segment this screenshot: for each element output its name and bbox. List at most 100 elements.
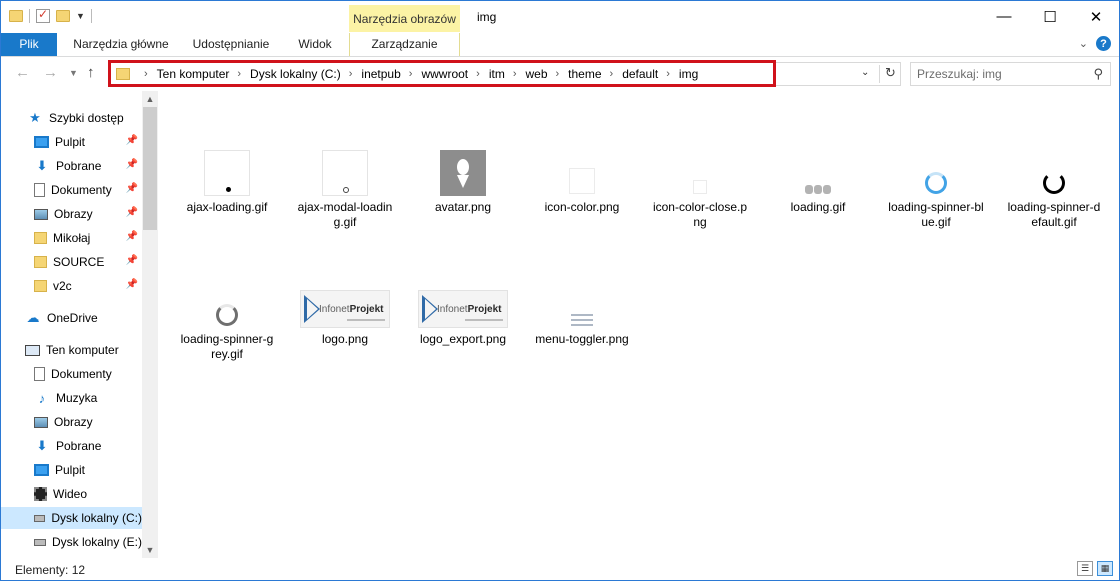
tab-home[interactable]: Narzędzia główne — [61, 33, 181, 56]
sidebar-item-label: Ten komputer — [46, 343, 119, 357]
window-title: img — [477, 10, 497, 24]
divider — [29, 9, 30, 23]
sidebar-item-pc-desktop[interactable]: Pulpit — [1, 459, 142, 481]
sidebar-item-label: SOURCE — [53, 255, 105, 269]
back-arrow-icon[interactable]: ← — [15, 64, 30, 81]
sidebar-item-label: Pulpit — [55, 463, 86, 477]
navigation-bar: ← → ▼ ↑ › Ten komputer › Dysk lokalny (C… — [1, 57, 1119, 91]
sidebar-item-documents[interactable]: Dokumenty 📌 — [1, 179, 142, 201]
scroll-down-icon[interactable]: ▼ — [142, 542, 158, 558]
sidebar-item-source[interactable]: SOURCE 📌 — [1, 251, 142, 273]
refresh-icon[interactable]: ↻ — [879, 65, 901, 83]
tab-manage[interactable]: Zarządzanie — [349, 33, 460, 56]
file-item[interactable]: loading-spinner-grey.gif — [177, 278, 277, 362]
search-input[interactable] — [917, 64, 1087, 84]
pin-icon[interactable]: 📌 — [126, 279, 138, 290]
image-icon — [569, 168, 595, 194]
file-name: ajax-modal-loading.gif — [297, 200, 393, 229]
folder-icon — [34, 256, 47, 268]
tab-share[interactable]: Udostępnianie — [181, 33, 281, 56]
search-icon[interactable]: ⚲ — [1093, 66, 1103, 82]
logo-text-light: Infonet — [437, 304, 468, 315]
file-item[interactable]: InfonetProjekt logo_export.png — [413, 278, 513, 347]
cloud-icon: ☁ — [26, 310, 40, 325]
pin-icon[interactable]: 📌 — [126, 207, 138, 218]
file-item[interactable]: InfonetProjekt logo.png — [295, 278, 395, 347]
sidebar-item-mikolaj[interactable]: Mikołaj 📌 — [1, 227, 142, 249]
status-bar: Elementy: 12 ☰ ▦ — [1, 558, 1119, 580]
close-button[interactable]: ✕ — [1073, 1, 1119, 32]
sidebar-item-pc-pictures[interactable]: Obrazy — [1, 411, 142, 433]
sidebar-item-label: v2c — [53, 279, 72, 293]
pin-icon[interactable]: 📌 — [126, 159, 138, 170]
tab-file[interactable]: Plik — [1, 33, 57, 56]
forward-arrow-icon[interactable]: → — [43, 64, 58, 81]
scrollbar-thumb[interactable] — [143, 107, 157, 230]
sidebar-item-label: OneDrive — [47, 311, 98, 325]
file-item[interactable]: ajax-loading.gif — [177, 146, 277, 215]
pin-icon[interactable]: 📌 — [126, 183, 138, 194]
up-arrow-icon[interactable]: ↑ — [87, 64, 95, 81]
file-name: ajax-loading.gif — [186, 200, 268, 214]
file-name: icon-color-close.png — [652, 200, 748, 229]
file-item[interactable]: loading.gif — [768, 146, 868, 215]
scroll-up-icon[interactable]: ▲ — [142, 91, 158, 107]
spinner-icon — [1043, 172, 1065, 194]
logo-icon: InfonetProjekt — [300, 290, 390, 328]
sidebar-scrollbar[interactable]: ▲ ▼ — [142, 91, 158, 558]
file-item[interactable]: icon-color.png — [532, 146, 632, 215]
file-name: logo_export.png — [419, 332, 507, 346]
new-folder-icon[interactable] — [56, 10, 70, 22]
sidebar-item-pictures[interactable]: Obrazy 📌 — [1, 203, 142, 225]
details-view-icon[interactable]: ☰ — [1077, 561, 1093, 576]
file-thumbnail — [177, 278, 277, 328]
help-icon[interactable]: ? — [1096, 36, 1111, 51]
large-icons-view-icon[interactable]: ▦ — [1097, 561, 1113, 576]
maximize-button[interactable]: ☐ — [1027, 1, 1073, 32]
video-icon — [34, 487, 47, 501]
navigation-pane: ★ Szybki dostęp Pulpit 📌 ⬇ Pobrane 📌 Dok… — [1, 91, 158, 558]
tab-view[interactable]: Widok — [285, 33, 345, 56]
sidebar-item-videos[interactable]: Wideo — [1, 483, 142, 505]
sidebar-item-label: Pobrane — [56, 439, 102, 453]
pin-icon[interactable]: 📌 — [126, 135, 138, 146]
file-item[interactable]: avatar.png — [413, 146, 513, 215]
file-thumbnail: InfonetProjekt — [295, 278, 395, 328]
sidebar-item-pc-documents[interactable]: Dokumenty — [1, 363, 142, 385]
sidebar-item-downloads[interactable]: ⬇ Pobrane 📌 — [1, 155, 142, 177]
sidebar-item-desktop[interactable]: Pulpit 📌 — [1, 131, 142, 153]
file-item[interactable]: ajax-modal-loading.gif — [295, 146, 395, 230]
file-item[interactable]: menu-toggler.png — [532, 278, 632, 347]
computer-icon — [25, 344, 40, 356]
sidebar-item-this-pc[interactable]: Ten komputer — [1, 339, 142, 361]
music-icon: ♪ — [38, 390, 46, 406]
sidebar-item-music[interactable]: ♪ Muzyka — [1, 387, 142, 409]
pin-icon[interactable]: 📌 — [126, 255, 138, 266]
customize-toolbar-icon[interactable]: ▼ — [76, 11, 85, 21]
sidebar-item-drive-c[interactable]: Dysk lokalny (C:) — [1, 507, 142, 529]
file-item[interactable]: loading-spinner-default.gif — [1004, 146, 1104, 230]
star-icon: ★ — [29, 110, 41, 125]
recent-locations-icon[interactable]: ▼ — [69, 68, 78, 78]
folder-icon — [34, 280, 47, 292]
sidebar-item-pc-downloads[interactable]: ⬇ Pobrane — [1, 435, 142, 457]
minimize-button[interactable]: — — [981, 1, 1027, 32]
properties-icon[interactable] — [36, 7, 50, 23]
sidebar-item-drive-e[interactable]: Dysk lokalny (E:) — [1, 531, 142, 553]
logo-text-bold: Projekt — [349, 304, 384, 315]
document-icon — [34, 183, 45, 197]
pin-icon[interactable]: 📌 — [126, 231, 138, 242]
sidebar-item-v2c[interactable]: v2c 📌 — [1, 275, 142, 297]
sidebar-item-label: Dokumenty — [51, 367, 112, 381]
chevron-down-icon[interactable]: ⌄ — [861, 67, 869, 78]
download-icon: ⬇ — [36, 158, 48, 173]
file-thumbnail — [532, 278, 632, 328]
file-thumbnail — [650, 146, 750, 196]
expand-ribbon-icon[interactable]: ⌄ — [1079, 37, 1088, 50]
folder-icon[interactable] — [9, 10, 23, 22]
file-name: menu-toggler.png — [535, 332, 629, 346]
file-item[interactable]: icon-color-close.png — [650, 146, 750, 230]
sidebar-item-quick-access[interactable]: ★ Szybki dostęp — [1, 107, 142, 129]
file-item[interactable]: loading-spinner-blue.gif — [886, 146, 986, 230]
sidebar-item-onedrive[interactable]: ☁ OneDrive — [1, 307, 142, 329]
